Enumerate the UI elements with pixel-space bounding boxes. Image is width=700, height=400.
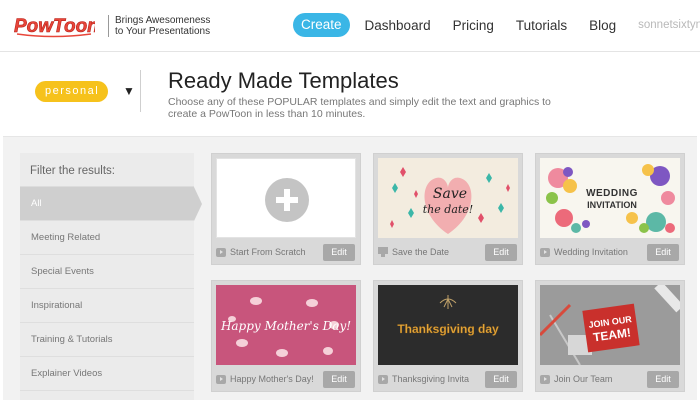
user-menu[interactable]: sonnetsixtynine▾ [638, 19, 700, 31]
top-bar: PowToon Brings Awesomeness to Your Prese… [0, 0, 700, 52]
thumb-text-thanksgiving: Thanksgiving day [397, 322, 499, 336]
nav-dashboard[interactable]: Dashboard [365, 18, 431, 33]
nav-create-button[interactable]: Create [293, 13, 350, 37]
thumb-text-mothers-day: Happy Mother's Day! [220, 319, 351, 333]
filter-item-explainer-videos[interactable]: Explainer Videos [20, 357, 194, 391]
card-footer: Wedding Invitation Edit [536, 241, 684, 265]
tagline-line-2: to Your Presentations [115, 26, 211, 37]
filter-item-training-tutorials[interactable]: Training & Tutorials [20, 323, 194, 357]
page-description: Choose any of these POPULAR templates an… [168, 96, 551, 120]
card-title: Happy Mother's Day! [230, 374, 314, 384]
template-card-save-the-date[interactable]: Save the date! Save the Date Edit [373, 153, 523, 265]
plus-circle-icon[interactable] [217, 159, 356, 238]
edit-button[interactable]: Edit [647, 244, 679, 261]
card-title: Thanksgiving Invita [392, 374, 470, 384]
nav-blog[interactable]: Blog [589, 18, 616, 33]
card-title: Wedding Invitation [554, 247, 628, 257]
play-icon [540, 248, 550, 257]
play-icon [216, 375, 226, 384]
template-thumbnail[interactable]: Happy Mother's Day! [216, 285, 356, 365]
template-card-join-our-team[interactable]: JOIN OUR TEAM! Join Our Team Edit [535, 280, 685, 392]
caret-down-icon[interactable]: ▼ [123, 84, 135, 98]
card-title: Join Our Team [554, 374, 613, 384]
template-thumbnail[interactable]: WEDDING INVITATION [540, 158, 680, 238]
edit-button[interactable]: Edit [647, 371, 679, 388]
template-thumbnail[interactable]: Thanksgiving day [378, 285, 518, 365]
filter-item-meeting-related[interactable]: Meeting Related [20, 221, 194, 255]
filter-item-special-events[interactable]: Special Events [20, 255, 194, 289]
user-name: sonnetsixtynine [638, 19, 700, 31]
thumb-text-save: Save [433, 186, 467, 202]
title-divider [140, 70, 141, 112]
edit-button[interactable]: Edit [323, 244, 355, 261]
thumb-text-invitation: INVITATION [587, 200, 637, 210]
template-thumbnail[interactable]: Save the date! [378, 158, 518, 238]
card-title: Start From Scratch [230, 247, 306, 257]
template-card-happy-mothers-day[interactable]: Happy Mother's Day! Happy Mother's Day! … [211, 280, 361, 392]
main-nav: Create Dashboard Pricing Tutorials Blog … [293, 12, 700, 38]
card-footer: Join Our Team Edit [536, 368, 684, 392]
template-card-start-from-scratch[interactable]: Start From Scratch Edit [211, 153, 361, 265]
template-thumbnail[interactable] [216, 158, 356, 238]
filter-sidebar: Filter the results: All Meeting Related … [20, 153, 202, 400]
edit-button[interactable]: Edit [485, 244, 517, 261]
filter-item-inspirational[interactable]: Inspirational [20, 289, 194, 323]
plan-badge[interactable]: personal [35, 80, 108, 102]
powtoon-logo[interactable]: PowToon [13, 10, 95, 40]
play-icon [540, 375, 550, 384]
tagline-line-1: Brings Awesomeness [115, 15, 211, 26]
card-footer: Start From Scratch Edit [212, 241, 360, 265]
filter-item-all[interactable]: All [20, 187, 202, 221]
edit-button[interactable]: Edit [485, 371, 517, 388]
card-footer: Save the Date Edit [374, 241, 522, 265]
card-footer: Thanksgiving Invita Edit [374, 368, 522, 392]
template-card-thanksgiving[interactable]: Thanksgiving day Thanksgiving Invita Edi… [373, 280, 523, 392]
nav-tutorials[interactable]: Tutorials [516, 18, 567, 33]
card-title: Save the Date [392, 247, 450, 257]
edit-button[interactable]: Edit [323, 371, 355, 388]
page-title: Ready Made Templates [168, 68, 399, 93]
play-icon [378, 375, 388, 384]
thumb-text-date: the date! [423, 203, 473, 216]
filter-title: Filter the results: [20, 153, 194, 187]
template-thumbnail[interactable]: JOIN OUR TEAM! [540, 285, 680, 365]
card-footer: Happy Mother's Day! Edit [212, 368, 360, 392]
plan-selector[interactable]: personal ▼ [35, 80, 135, 102]
tagline: Brings Awesomeness to Your Presentations [108, 15, 210, 37]
nav-pricing[interactable]: Pricing [453, 18, 494, 33]
play-icon [216, 248, 226, 257]
svg-text:PowToon: PowToon [14, 16, 95, 37]
template-card-wedding-invitation[interactable]: WEDDING INVITATION Wedding Invitation Ed… [535, 153, 685, 265]
monitor-icon [378, 247, 388, 257]
thumb-text-wedding: WEDDING [586, 188, 638, 199]
